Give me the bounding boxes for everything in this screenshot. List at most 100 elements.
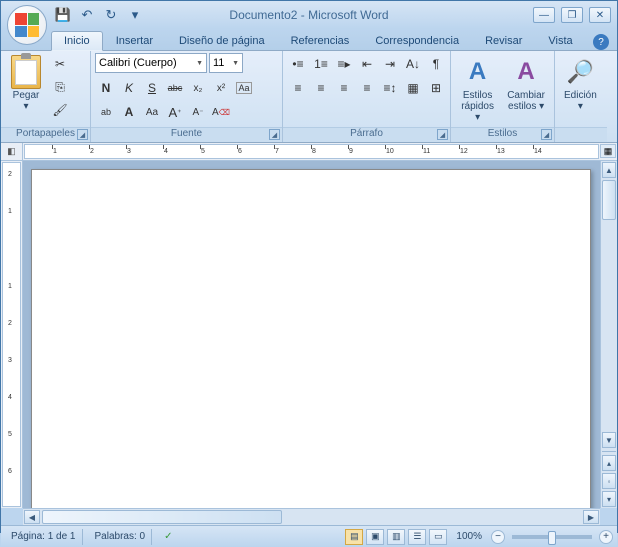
format-painter-button[interactable]: 🖌	[49, 99, 71, 121]
chevron-down-icon: ▾	[475, 112, 480, 123]
underline-button[interactable]: S	[141, 77, 163, 99]
editing-label: Edición	[564, 90, 597, 101]
tab-correspondencia[interactable]: Correspondencia	[362, 31, 472, 50]
scroll-right-button[interactable]: ▶	[583, 510, 599, 524]
window-title: Documento2 - Microsoft Word	[229, 8, 388, 22]
styles-dialog-launcher[interactable]: ◢	[541, 129, 552, 140]
group-parrafo: •≡ 1≡ ≡▸ ⇤ ⇥ A↓ ¶ ≡ ≡ ≡ ≡ ≡↕ ▦ ⊞ Párrafo…	[283, 51, 451, 142]
highlight-button[interactable]: ab	[95, 101, 117, 123]
quick-styles-label: Estilos rápidos	[461, 90, 494, 112]
shrink-font-button[interactable]: A	[187, 101, 209, 123]
tab-selector[interactable]: ◧	[1, 143, 23, 160]
zoom-slider[interactable]	[512, 535, 592, 539]
office-logo-icon	[15, 13, 39, 37]
maximize-button[interactable]: ❐	[561, 7, 583, 23]
align-center-button[interactable]: ≡	[310, 77, 332, 99]
align-right-button[interactable]: ≡	[333, 77, 355, 99]
chevron-down-icon: ▼	[196, 60, 203, 67]
grow-font-button[interactable]: A	[164, 101, 186, 123]
vertical-scroll-thumb[interactable]	[602, 180, 616, 220]
paste-dropdown-icon: ▾	[23, 101, 28, 112]
scroll-up-button[interactable]: ▲	[602, 162, 616, 178]
bullets-button[interactable]: •≡	[287, 53, 309, 75]
clipboard-dialog-launcher[interactable]: ◢	[77, 129, 88, 140]
minimize-button[interactable]: —	[533, 7, 555, 23]
paste-button[interactable]: Pegar▾	[5, 53, 47, 115]
full-screen-view-button[interactable]: ▣	[366, 529, 384, 545]
tab-revisar[interactable]: Revisar	[472, 31, 535, 50]
change-styles-icon: A	[510, 56, 542, 88]
next-page-button[interactable]: ▾	[602, 491, 616, 507]
vertical-scroll-track[interactable]	[601, 221, 617, 431]
copy-button[interactable]: ⎘	[49, 76, 71, 98]
cut-button[interactable]: ✂	[49, 53, 71, 75]
redo-button[interactable]: ↻	[101, 5, 121, 25]
outline-view-button[interactable]: ☰	[408, 529, 426, 545]
zoom-out-button[interactable]: −	[491, 530, 505, 544]
clear-formatting-button[interactable]: A⌫	[210, 101, 232, 123]
ribbon-tabs: Inicio Insertar Diseño de página Referen…	[1, 29, 617, 51]
shading-button[interactable]: ▦	[402, 77, 424, 99]
numbering-button[interactable]: 1≡	[310, 53, 332, 75]
zoom-in-button[interactable]: +	[599, 530, 613, 544]
vertical-ruler[interactable]: 2 1 1 2 3 4 5 6	[2, 162, 21, 507]
browse-object-button[interactable]: ◦	[602, 473, 616, 489]
tab-inicio[interactable]: Inicio	[51, 31, 103, 51]
scroll-left-button[interactable]: ◀	[24, 510, 40, 524]
group-label-portapapeles: Portapapeles◢	[1, 127, 90, 142]
page-status[interactable]: Página: 1 de 1	[5, 529, 83, 545]
ribbon: Pegar▾ ✂ ⎘ 🖌 Portapapeles◢ Calibri (Cuer…	[1, 51, 617, 143]
borders-button[interactable]: ⊞	[425, 77, 447, 99]
align-left-button[interactable]: ≡	[287, 77, 309, 99]
tab-insertar[interactable]: Insertar	[103, 31, 166, 50]
line-spacing-button[interactable]: ≡↕	[379, 77, 401, 99]
tab-referencias[interactable]: Referencias	[278, 31, 363, 50]
scroll-down-button[interactable]: ▼	[602, 432, 616, 448]
tab-vista[interactable]: Vista	[535, 31, 585, 50]
document-page[interactable]	[31, 169, 591, 508]
horizontal-scroll-thumb[interactable]	[42, 510, 282, 524]
change-styles-button[interactable]: A Cambiar estilos ▾	[502, 53, 550, 115]
quick-access-toolbar: 💾 ↶ ↻ ▾	[53, 5, 145, 25]
font-size-value: 11	[213, 57, 224, 69]
font-size-selector[interactable]: 11▼	[209, 53, 243, 73]
paragraph-dialog-launcher[interactable]: ◢	[437, 129, 448, 140]
proofing-status[interactable]: ✓	[158, 529, 178, 545]
font-name-selector[interactable]: Calibri (Cuerpo)▼	[95, 53, 207, 73]
sort-button[interactable]: A↓	[402, 53, 424, 75]
vertical-ruler-area: 2 1 1 2 3 4 5 6	[1, 161, 23, 508]
subscript-button[interactable]: x₂	[187, 77, 209, 99]
previous-page-button[interactable]: ▴	[602, 455, 616, 471]
horizontal-scroll-track[interactable]	[283, 509, 582, 525]
superscript-button[interactable]: x²	[210, 77, 232, 99]
web-layout-view-button[interactable]: ▥	[387, 529, 405, 545]
close-button[interactable]: ✕	[589, 7, 611, 23]
binoculars-icon: 🔎	[564, 56, 596, 88]
show-marks-button[interactable]: ¶	[425, 53, 447, 75]
office-button[interactable]	[7, 5, 47, 45]
horizontal-ruler[interactable]: 1234567891011121314	[24, 144, 599, 159]
editing-button[interactable]: 🔎 Edición▾	[559, 53, 602, 115]
page-viewport[interactable]	[23, 161, 600, 508]
justify-button[interactable]: ≡	[356, 77, 378, 99]
font-dialog-launcher[interactable]: ◢	[269, 129, 280, 140]
font-color-button[interactable]: A	[118, 101, 140, 123]
italic-button[interactable]: K	[118, 77, 140, 99]
quick-styles-button[interactable]: A Estilos rápidos ▾	[455, 53, 500, 126]
undo-button[interactable]: ↶	[77, 5, 97, 25]
print-layout-view-button[interactable]: ▤	[345, 529, 363, 545]
increase-indent-button[interactable]: ⇥	[379, 53, 401, 75]
draft-view-button[interactable]: ▭	[429, 529, 447, 545]
multilevel-list-button[interactable]: ≡▸	[333, 53, 355, 75]
strikethrough-button[interactable]: abc	[164, 77, 186, 99]
help-button[interactable]: ?	[593, 34, 609, 50]
save-button[interactable]: 💾	[53, 5, 73, 25]
word-count-status[interactable]: Palabras: 0	[89, 529, 153, 545]
tab-diseno-pagina[interactable]: Diseño de página	[166, 31, 278, 50]
bold-button[interactable]: N	[95, 77, 117, 99]
qat-customize-button[interactable]: ▾	[125, 5, 145, 25]
change-case-alt-button[interactable]: Aa	[141, 101, 163, 123]
ruler-toggle-button[interactable]: ▦	[600, 144, 616, 158]
decrease-indent-button[interactable]: ⇤	[356, 53, 378, 75]
change-case-button[interactable]: Aa	[233, 77, 255, 99]
